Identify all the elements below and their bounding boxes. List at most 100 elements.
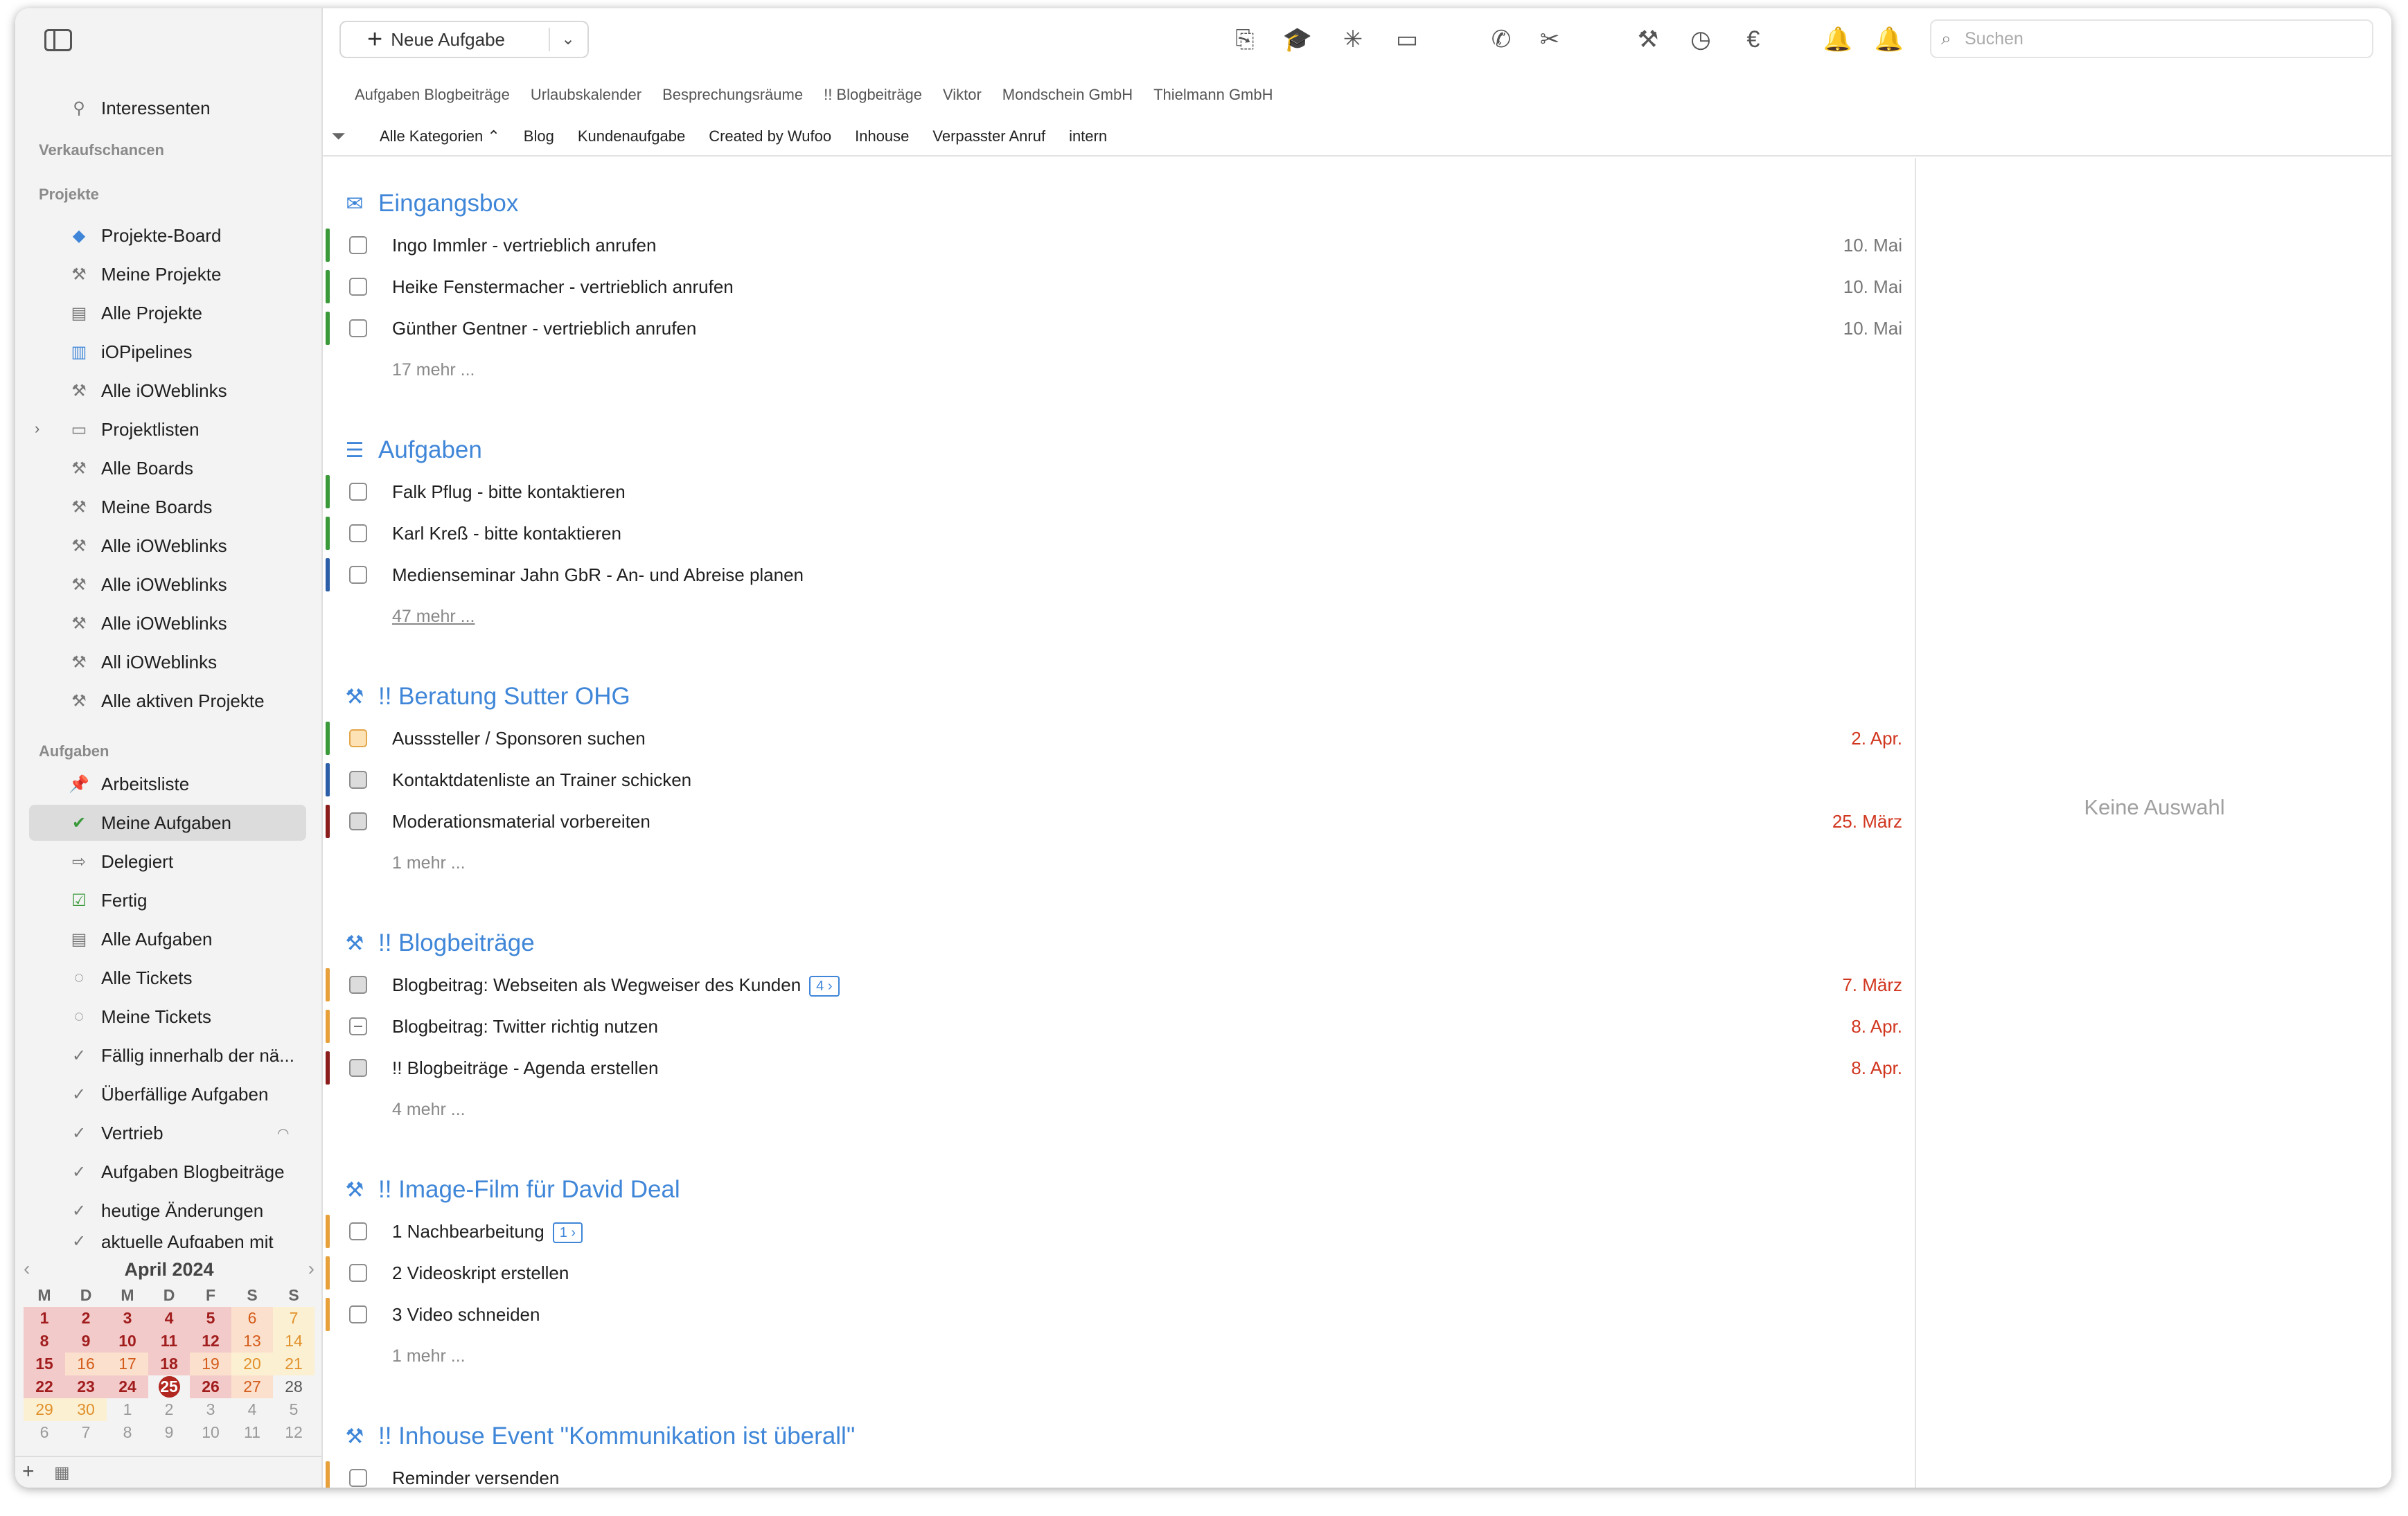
sidebar-item-vertrieb[interactable]: ✓ Vertrieb: [29, 1115, 306, 1151]
calendar-day[interactable]: 29: [24, 1398, 65, 1421]
calendar-day[interactable]: 12: [190, 1330, 231, 1353]
calendar-day[interactable]: 3: [190, 1398, 231, 1421]
sidebar-item-interessenten[interactable]: ⚲ Interessenten: [29, 90, 306, 126]
task-row[interactable]: Moderationsmaterial vorbereiten 25. März: [323, 801, 1902, 842]
calendar-day[interactable]: 7: [65, 1421, 107, 1444]
new-task-button[interactable]: + Neue Aufgabe ⌄: [339, 21, 589, 58]
task-checkbox[interactable]: [349, 1059, 367, 1077]
task-checkbox[interactable]: [349, 729, 367, 747]
calendar-day[interactable]: 9: [148, 1421, 190, 1444]
tab-aufgaben-blogbeitraege[interactable]: Aufgaben Blogbeiträge: [355, 86, 510, 104]
task-row[interactable]: 3 Video schneiden: [323, 1294, 1902, 1335]
calendar-day[interactable]: 5: [190, 1307, 231, 1330]
section-header[interactable]: ☰ Aufgaben: [342, 429, 482, 471]
subtask-badge[interactable]: 1 ›: [552, 1222, 583, 1244]
calendar-day[interactable]: 28: [273, 1375, 315, 1398]
sidebar-item-meine-projekte[interactable]: ⚒ Meine Projekte: [29, 256, 306, 292]
tab-besprechungsraeume[interactable]: Besprechungsräume: [662, 86, 803, 104]
sidebar-item-alle-ioweblinks-3[interactable]: ⚒ Alle iOWeblinks: [29, 567, 306, 603]
task-checkbox[interactable]: [349, 1017, 367, 1035]
calendar-next-icon[interactable]: ›: [308, 1258, 315, 1280]
sidebar-item-delegiert[interactable]: ⇨ Delegiert: [29, 844, 306, 880]
calendar-day[interactable]: 6: [231, 1307, 273, 1330]
calendar-day[interactable]: 26: [190, 1375, 231, 1398]
sidebar-item-alle-projekte[interactable]: ▤ Alle Projekte: [29, 295, 306, 331]
section-header[interactable]: ✉ Eingangsbox: [342, 183, 518, 224]
filter-intern[interactable]: intern: [1069, 127, 1107, 145]
calendar-day[interactable]: 10: [107, 1330, 148, 1353]
filter-verpasster-anruf[interactable]: Verpasster Anruf: [932, 127, 1045, 145]
clipboard-toolbar-icon[interactable]: ⎘: [1228, 22, 1262, 57]
sidebar-item-alle-aktiven-projekte[interactable]: ⚒ Alle aktiven Projekte: [29, 683, 306, 719]
calendar-day[interactable]: 20: [231, 1353, 273, 1375]
task-row[interactable]: Ausssteller / Sponsoren suchen 2. Apr.: [323, 717, 1902, 759]
euro-icon[interactable]: €: [1736, 22, 1771, 57]
sidebar-item-projekte-board[interactable]: ◆ Projekte-Board: [29, 217, 306, 253]
subtask-badge[interactable]: 4 ›: [809, 976, 840, 997]
task-checkbox[interactable]: [349, 1264, 367, 1282]
sidebar-item-alle-aufgaben[interactable]: ▤ Alle Aufgaben: [29, 921, 306, 957]
calendar-day[interactable]: 5: [273, 1398, 315, 1421]
sidebar-item-faellig[interactable]: ✓ Fällig innerhalb der nä...: [29, 1037, 306, 1073]
filter-alle-kategorien[interactable]: Alle Kategorien ⌃: [380, 127, 500, 145]
calendar-day[interactable]: 25: [148, 1375, 190, 1398]
sidebar-toggle-icon[interactable]: [44, 29, 72, 51]
project-icon[interactable]: ⚒: [1631, 22, 1665, 57]
calendar-day[interactable]: 7: [273, 1307, 315, 1330]
calendar-day[interactable]: 8: [107, 1421, 148, 1444]
task-checkbox[interactable]: [349, 483, 367, 501]
calendar-day[interactable]: 27: [231, 1375, 273, 1398]
filter-kundenaufgabe[interactable]: Kundenaufgabe: [578, 127, 685, 145]
sidebar-item-alle-boards[interactable]: ⚒ Alle Boards: [29, 450, 306, 486]
task-checkbox[interactable]: [349, 1469, 367, 1487]
sidebar-item-fertig[interactable]: ☑ Fertig: [29, 882, 306, 918]
section-header[interactable]: ⚒ !! Image-Film für David Deal: [342, 1169, 680, 1211]
task-row[interactable]: Blogbeitrag: Twitter richtig nutzen 8. A…: [323, 1006, 1902, 1047]
chevron-down-icon[interactable]: ⌄: [561, 29, 575, 49]
task-row[interactable]: Blogbeitrag: Webseiten als Wegweiser des…: [323, 964, 1902, 1006]
calendar-day[interactable]: 11: [231, 1421, 273, 1444]
task-checkbox[interactable]: [349, 566, 367, 584]
task-row[interactable]: Heike Fenstermacher - vertrieblich anruf…: [323, 266, 1902, 307]
calendar-icon[interactable]: ▦: [54, 1463, 70, 1483]
sparkle-icon[interactable]: ✳: [1336, 22, 1370, 57]
show-more-link[interactable]: 17 mehr ...: [392, 349, 475, 391]
sidebar-item-meine-aufgaben[interactable]: ✔ Meine Aufgaben: [29, 805, 306, 841]
show-more-link[interactable]: 4 mehr ...: [392, 1089, 466, 1130]
layout-icon[interactable]: ▭: [1390, 22, 1424, 57]
calendar-day[interactable]: 21: [273, 1353, 315, 1375]
filter-blog[interactable]: Blog: [524, 127, 554, 145]
task-checkbox[interactable]: [349, 524, 367, 542]
tab-urlaubskalender[interactable]: Urlaubskalender: [531, 86, 641, 104]
sidebar-item-alle-ioweblinks-4[interactable]: ⚒ Alle iOWeblinks: [29, 605, 306, 641]
sidebar-item-meine-tickets[interactable]: ◌ Meine Tickets: [29, 999, 306, 1035]
sidebar-item-heutige-aenderungen[interactable]: ✓ heutige Änderungen: [29, 1193, 306, 1229]
tab-thielmann[interactable]: Thielmann GmbH: [1153, 86, 1273, 104]
calendar-day[interactable]: 4: [231, 1398, 273, 1421]
filter-icon[interactable]: ⏷: [331, 125, 356, 148]
calendar-day[interactable]: 9: [65, 1330, 107, 1353]
sidebar-item-alle-ioweblinks-2[interactable]: ⚒ Alle iOWeblinks: [29, 528, 306, 564]
calendar-day[interactable]: 10: [190, 1421, 231, 1444]
calendar-day[interactable]: 1: [24, 1307, 65, 1330]
calendar-day[interactable]: 13: [231, 1330, 273, 1353]
sidebar-item-arbeitsliste[interactable]: 📌 Arbeitsliste: [29, 766, 306, 802]
task-checkbox[interactable]: [349, 812, 367, 830]
tab-blogbeitraege[interactable]: !! Blogbeiträge: [824, 86, 922, 104]
section-header[interactable]: ⚒ !! Beratung Sutter OHG: [342, 676, 630, 717]
calendar-day[interactable]: 18: [148, 1353, 190, 1375]
calendar-day[interactable]: 2: [65, 1307, 107, 1330]
task-checkbox[interactable]: [349, 278, 367, 296]
filter-inhouse[interactable]: Inhouse: [855, 127, 909, 145]
task-row[interactable]: Falk Pflug - bitte kontaktieren: [323, 471, 1902, 512]
calendar-day[interactable]: 19: [190, 1353, 231, 1375]
sidebar-item-all-ioweblinks[interactable]: ⚒ All iOWeblinks: [29, 644, 306, 680]
show-more-link[interactable]: 47 mehr ...: [392, 596, 475, 637]
task-row[interactable]: 1 Nachbearbeitung 1 ›: [323, 1211, 1902, 1252]
calendar-day[interactable]: 2: [148, 1398, 190, 1421]
calendar-day[interactable]: 1: [107, 1398, 148, 1421]
sidebar-item-alle-ioweblinks[interactable]: ⚒ Alle iOWeblinks: [29, 373, 306, 409]
bell-red-icon[interactable]: 🔔: [1872, 22, 1906, 57]
scissors-icon[interactable]: ✂: [1532, 22, 1567, 57]
sidebar-item-alle-tickets[interactable]: ◌ Alle Tickets: [29, 960, 306, 996]
